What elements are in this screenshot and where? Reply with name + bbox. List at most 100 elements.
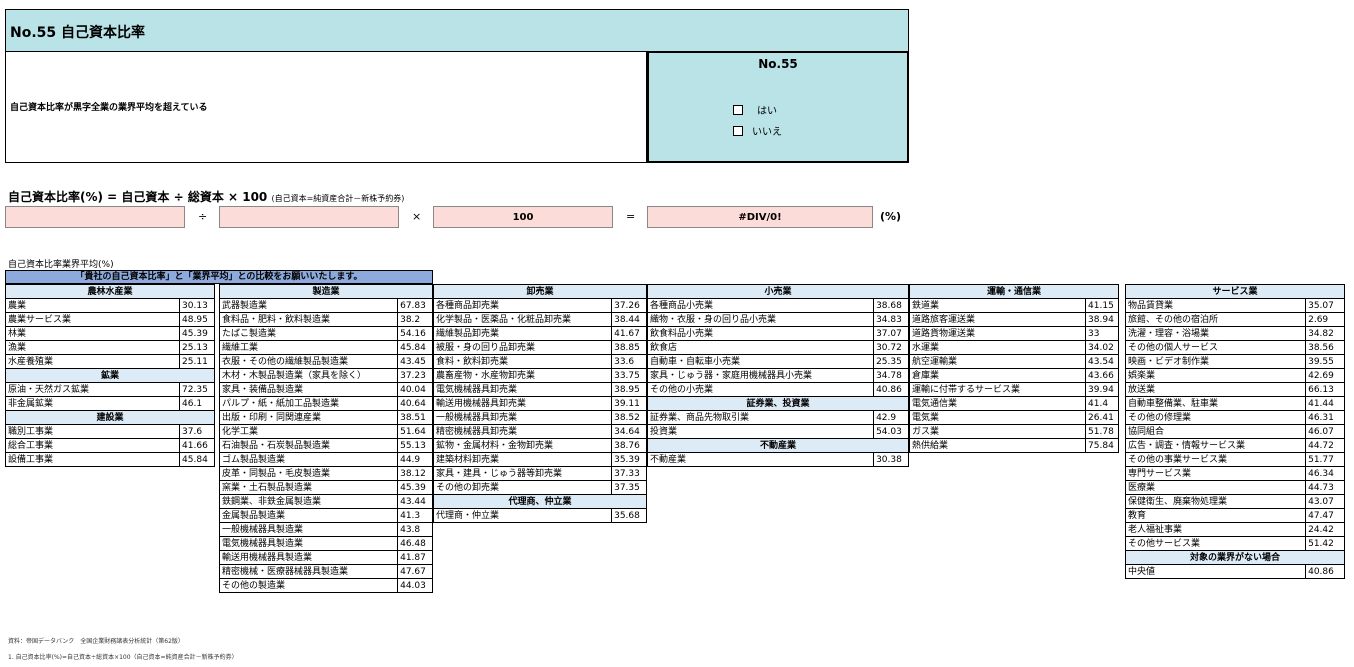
checkbox-no[interactable] xyxy=(733,125,743,136)
industry-name: 保健衛生、廃棄物処理業 xyxy=(1124,494,1307,509)
formula-note: (自己資本=純資産合計－新株予約券) xyxy=(271,194,405,203)
industry-average-value: 39.55 xyxy=(1305,354,1345,369)
industry-average-value: 51.64 xyxy=(397,424,433,439)
table-row: ガス業 51.78 xyxy=(908,424,1119,439)
industry-average-value: 38.44 xyxy=(611,312,647,327)
industry-name: 農業 xyxy=(4,298,181,313)
result-cell: #DIV/0! xyxy=(647,206,873,228)
industry-average-value: 41.87 xyxy=(397,550,433,565)
industry-name: 繊維製品卸売業 xyxy=(432,326,613,341)
table-row: 織物・衣服・身の回り品小売業 34.83 xyxy=(646,312,909,327)
table-row: 農業サービス業 48.95 xyxy=(4,312,215,327)
table-row: 輸送用機械器具製造業 41.87 xyxy=(218,550,433,565)
total-capital-input[interactable] xyxy=(219,206,399,228)
industry-average-value: 37.33 xyxy=(611,466,647,481)
table-row: 家具・建具・じゅう器等卸売業 37.33 xyxy=(432,466,647,481)
industry-average-value: 51.78 xyxy=(1085,424,1119,439)
table-row: たばこ製造業 54.16 xyxy=(218,326,433,341)
industry-average-value: 43.44 xyxy=(397,494,433,509)
industry-name: 金属製品製造業 xyxy=(218,508,399,523)
industry-average-value: 44.03 xyxy=(397,578,433,593)
industry-name: その他の個人サービス xyxy=(1124,340,1307,355)
industry-name: 旅館、その他の宿泊所 xyxy=(1124,312,1307,327)
industry-category-header: 対象の業界がない場合 xyxy=(1125,550,1345,565)
industry-average-value: 47.67 xyxy=(397,564,433,579)
times-sign: × xyxy=(412,210,422,223)
industry-average-value: 40.86 xyxy=(873,382,909,397)
industry-average-value: 45.39 xyxy=(397,480,433,495)
industry-average-value: 40.04 xyxy=(397,382,433,397)
answer-panel: No.55 はい いいえ xyxy=(647,51,909,163)
industry-name: 老人福祉事業 xyxy=(1124,522,1307,537)
industry-average-heading: 自己資本比率業界平均(%) xyxy=(8,260,114,270)
equity-input[interactable] xyxy=(5,206,185,228)
table-row: 武器製造業 67.83 xyxy=(218,298,433,313)
industry-name: 自動車・自転車小売業 xyxy=(646,354,875,369)
industry-category-row: 証券業、投資業 xyxy=(647,396,909,411)
industry-name: 協同組合 xyxy=(1124,424,1307,439)
industry-category-header: 小売業 xyxy=(647,284,909,299)
table-row: その他の小売業 40.86 xyxy=(646,382,909,397)
industry-table-4: 小売業 各種商品小売業 38.68 織物・衣服・身の回り品小売業 34.83 飲食料品小売… xyxy=(646,284,909,467)
table-row: 農畜産物・水産物卸売業 33.75 xyxy=(432,368,647,383)
industry-average-value: 34.83 xyxy=(873,312,909,327)
industry-name: 倉庫業 xyxy=(908,368,1087,383)
industry-name: 洗濯・理容・浴場業 xyxy=(1124,326,1307,341)
table-row: ゴム製品製造業 44.9 xyxy=(218,452,433,467)
industry-average-value: 33.75 xyxy=(611,368,647,383)
industry-name: 中央値 xyxy=(1124,564,1307,579)
industry-name: 農業サービス業 xyxy=(4,312,181,327)
industry-table-5: 運輸・通信業 鉄道業 41.15 道路旅客運送業 38.94 道路貨物運送業 33 水運業 34… xyxy=(908,284,1119,453)
industry-average-value: 41.66 xyxy=(179,438,215,453)
industry-average-value: 34.64 xyxy=(611,424,647,439)
industry-average-value: 41.3 xyxy=(397,508,433,523)
industry-average-value: 46.1 xyxy=(179,396,215,411)
industry-average-value: 42.69 xyxy=(1305,368,1345,383)
industry-average-value: 67.83 xyxy=(397,298,433,313)
option-yes[interactable]: はい xyxy=(733,102,777,117)
table-row: 食料・飲料卸売業 33.6 xyxy=(432,354,647,369)
table-row: 広告・調査・情報サービス業 44.72 xyxy=(1124,438,1345,453)
option-no[interactable]: いいえ xyxy=(733,123,782,138)
table-row: 原油・天然ガス鉱業 72.35 xyxy=(4,382,215,397)
industry-average-value: 35.07 xyxy=(1305,298,1345,313)
checkbox-yes[interactable] xyxy=(733,104,743,115)
industry-name: 建築材料卸売業 xyxy=(432,452,613,467)
table-row: 鉄道業 41.15 xyxy=(908,298,1119,313)
option-no-label: いいえ xyxy=(752,127,782,138)
table-row: 鉱物・金属材料・金物卸売業 38.76 xyxy=(432,438,647,453)
industry-name: 家具・建具・じゅう器等卸売業 xyxy=(432,466,613,481)
industry-average-value: 43.8 xyxy=(397,522,433,537)
table-row: 出版・印刷・同関連産業 38.51 xyxy=(218,410,433,425)
industry-average-value: 44.9 xyxy=(397,452,433,467)
industry-table-6: サービス業 物品賃貸業 35.07 旅館、その他の宿泊所 2.69 洗濯・理容・浴場業 34… xyxy=(1124,284,1345,579)
industry-average-value: 2.69 xyxy=(1305,312,1345,327)
industry-average-value: 40.86 xyxy=(1305,564,1345,579)
table-row: 娯楽業 42.69 xyxy=(1124,368,1345,383)
industry-average-value: 46.31 xyxy=(1305,410,1345,425)
industry-category-header: 農林水産業 xyxy=(5,284,215,299)
industry-category-header: 不動産業 xyxy=(647,438,909,453)
industry-name: 武器製造業 xyxy=(218,298,399,313)
table-row: その他の卸売業 37.35 xyxy=(432,480,647,495)
table-row: 中央値 40.86 xyxy=(1124,564,1345,579)
industry-name: 自動車整備業、駐車業 xyxy=(1124,396,1307,411)
industry-category-row: サービス業 xyxy=(1125,284,1345,299)
industry-name: その他サービス業 xyxy=(1124,536,1307,551)
table-row: 水運業 34.02 xyxy=(908,340,1119,355)
table-row: 漁業 25.13 xyxy=(4,340,215,355)
industry-name: 家具・じゅう器・家庭用機械器具小売業 xyxy=(646,368,875,383)
table-row: 一般機械器具製造業 43.8 xyxy=(218,522,433,537)
industry-category-row: 小売業 xyxy=(647,284,909,299)
table-row: 建築材料卸売業 35.39 xyxy=(432,452,647,467)
industry-average-value: 41.44 xyxy=(1305,396,1345,411)
industry-average-value: 38.76 xyxy=(611,438,647,453)
industry-name: 食料・飲料卸売業 xyxy=(432,354,613,369)
industry-average-value: 44.73 xyxy=(1305,480,1345,495)
industry-average-value: 25.35 xyxy=(873,354,909,369)
industry-name: たばこ製造業 xyxy=(218,326,399,341)
industry-category-header: 製造業 xyxy=(219,284,433,299)
industry-name: 化学製品・医薬品・化粧品卸売業 xyxy=(432,312,613,327)
industry-average-value: 38.52 xyxy=(611,410,647,425)
industry-average-value: 30.38 xyxy=(873,452,909,467)
